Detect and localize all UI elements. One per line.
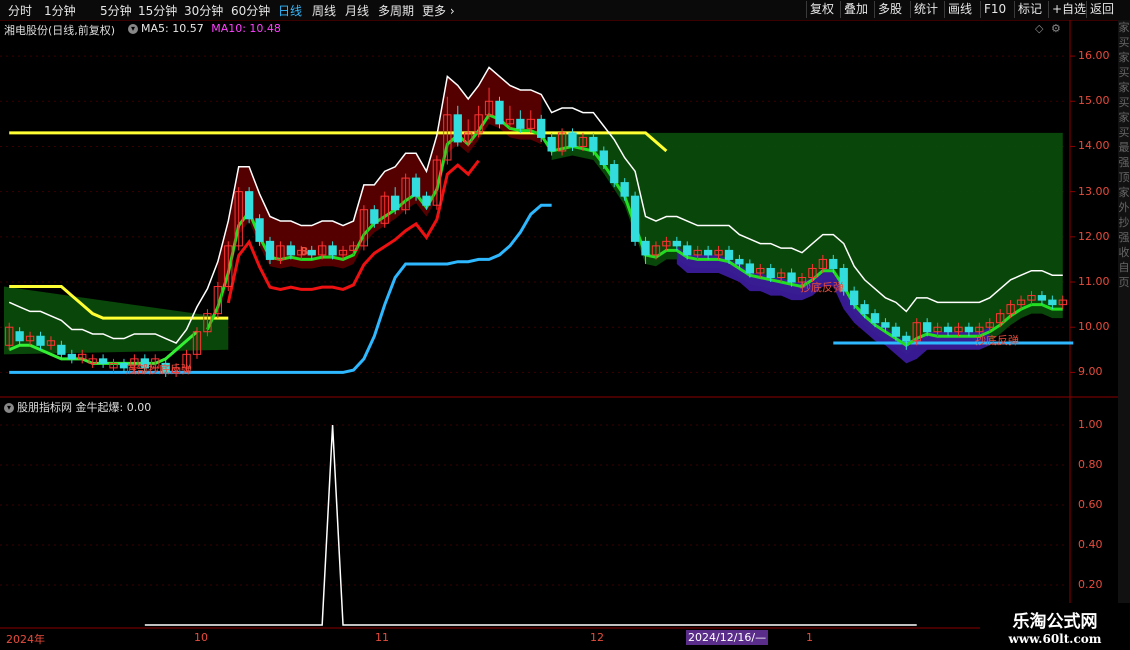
side-char: 买 [1118,96,1130,109]
buy-marker: B [300,245,309,258]
candle-body [641,240,650,256]
side-char: 买 [1118,66,1130,79]
candle-body [422,195,431,206]
chevron-down-icon[interactable]: ▾ [4,403,14,413]
side-char: 家 [1118,186,1130,199]
side-char: 外 [1118,201,1130,214]
side-char: 自 [1118,261,1130,274]
side-char: 家 [1118,21,1130,34]
side-char: 页 [1118,276,1130,289]
side-char: 买 [1118,36,1130,49]
side-char: 家 [1118,111,1130,124]
sub-panel-title: ▾ 股朋指标网 金牛起爆: 0.00 [4,399,151,415]
candle-body [902,335,911,342]
annotation-rebound-1: 抄底反弹 [800,281,844,294]
candle-body [620,182,629,197]
candle-body [328,245,337,256]
candle-body [307,249,316,256]
candle-body [589,136,598,152]
candle-body [1037,295,1047,301]
candle-body [735,258,744,265]
side-char: 强 [1118,156,1130,169]
candle-body [516,118,525,129]
price-tick-label: 9.00 [1078,365,1103,379]
date-label-nov: 11 [375,631,389,644]
candle-body [683,245,692,256]
annotation-rebound-2: 抄底反弹 [975,334,1019,347]
candle-body [67,353,76,360]
watermark: 乐淘公式网 www.60lt.com [980,603,1130,650]
side-char: 家 [1118,81,1130,94]
price-chart [0,20,1118,630]
price-tick-label: 14.00 [1078,139,1110,153]
date-label-year: 2024年 [6,633,45,646]
candle-body [610,164,619,184]
side-char: 抄 [1118,216,1130,229]
candle-body [870,313,880,324]
candle-body [537,118,546,138]
candle-body [255,218,264,242]
date-label-jan: 1 [806,631,813,644]
price-tick-label: 10.00 [1078,320,1110,334]
candle-body [547,136,556,152]
candle-body [568,132,577,147]
sub-tick-label: 0.20 [1078,578,1103,591]
candle-body [787,272,796,283]
candle-body [630,195,640,242]
price-tick-label: 13.00 [1078,184,1110,198]
side-char: 最 [1118,141,1130,154]
candle-body [923,322,932,333]
side-char: 强 [1118,231,1130,244]
candle-body [964,326,974,333]
price-tick-label: 16.00 [1078,49,1110,63]
side-char: 家 [1118,51,1130,64]
signal-line [144,424,917,626]
candle-body [244,191,254,220]
candle-body [860,304,869,315]
candle-body [495,100,504,125]
price-tick-label: 11.00 [1078,275,1110,289]
sub-tick-label: 0.60 [1078,498,1103,511]
annotation-bottom-rebound: 底部抄底反弹 [126,363,192,376]
candle-body [391,195,400,211]
price-tick-label: 15.00 [1078,94,1110,108]
indicator-label: 股朋指标网 金牛起爆: 0.00 [17,401,152,414]
candle-body [57,344,66,355]
sub-tick-label: 0.80 [1078,458,1103,471]
candle-body [411,177,421,197]
side-char: 顶 [1118,171,1130,184]
date-label-dec: 12 [590,631,604,644]
candle-body [36,335,45,346]
candle-body [1048,299,1057,306]
candle-body [703,249,713,256]
candle-body [766,267,775,279]
price-tick-label: 12.00 [1078,229,1110,243]
candle-body [370,209,379,224]
candle-body [453,114,462,143]
candle-body [745,263,754,274]
side-char: 收 [1118,246,1130,259]
candle-body [850,290,859,306]
sub-tick-label: 0.40 [1078,538,1103,551]
candle-body [15,331,24,342]
candle-body [724,249,734,260]
candle-body [599,150,608,166]
candle-body [98,358,108,364]
sub-tick-label: 1.00 [1078,418,1103,431]
candle-body [943,326,953,333]
candle-body [829,258,838,269]
candle-body [672,240,681,247]
watermark-url: www.60lt.com [1008,632,1102,646]
date-label-oct: 10 [194,631,208,644]
candle-body [286,245,296,256]
side-char: 买 [1118,126,1130,139]
date-cursor: 2024/12/16/— [686,630,769,645]
watermark-title: 乐淘公式网 [1012,612,1098,632]
candle-body [265,240,275,260]
side-signal-strip: 家买家买家买家买最强顶家外抄强收自页 [1118,20,1130,630]
candle-body [881,322,890,328]
resistance-cloud [551,132,1063,355]
candle-body [891,326,901,337]
